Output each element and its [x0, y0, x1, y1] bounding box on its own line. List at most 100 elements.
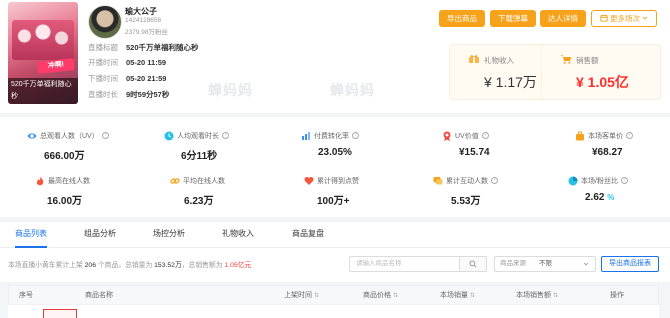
summary-amount: 1.05亿元: [224, 262, 252, 269]
help-icon[interactable]: ?: [491, 177, 498, 184]
help-icon[interactable]: ?: [481, 132, 489, 139]
anchor-name[interactable]: 瑜大公子: [125, 6, 157, 17]
tab-bundle-analysis[interactable]: 组品分析: [84, 222, 116, 248]
th-sales-amount[interactable]: 本场销售额 ⇅: [516, 286, 558, 306]
metric-label: UV价值: [455, 132, 479, 140]
metric-label: 本场客单价: [588, 132, 623, 140]
th-index: 序号: [19, 286, 33, 306]
info-value: 05-20 21:59: [126, 74, 167, 83]
download-barrage-button[interactable]: 下载弹幕: [490, 10, 536, 27]
sort-icon[interactable]: ⇅: [470, 293, 475, 299]
help-icon[interactable]: ?: [620, 177, 628, 184]
info-row-title: 直播标题 520千万单福利随心秒: [88, 42, 199, 54]
live-cover-image[interactable]: 冲啊! 520千万单福利随心秒: [8, 2, 78, 104]
metric-peak-online: 最高在线人数 16.00万: [35, 175, 145, 215]
help-icon[interactable]: ?: [352, 132, 359, 139]
metric-value: 666.00万: [44, 151, 85, 162]
search-icon: [469, 260, 477, 268]
metric-unit-price: 本场客单价? ¥68.27: [575, 130, 670, 170]
metric-label: 付费转化率: [314, 132, 349, 140]
help-icon[interactable]: ?: [626, 132, 633, 139]
tab-goods-review[interactable]: 商品复盘: [292, 222, 324, 248]
anchor-detail-button[interactable]: 达人详情: [540, 10, 586, 27]
th-label: 操作: [610, 292, 624, 299]
metric-label: 平均在线人数: [183, 177, 225, 185]
cover-photo: [12, 20, 74, 60]
sort-icon[interactable]: ⇅: [314, 293, 319, 299]
metric-value: 23.05%: [318, 147, 352, 158]
more-sessions-label: 更多场次: [610, 14, 640, 23]
th-label: 上架时间: [284, 292, 312, 299]
th-price[interactable]: 商品价格 ⇅: [363, 286, 398, 306]
watermark: 蝉妈妈: [330, 82, 375, 98]
chart-icon: [302, 131, 310, 140]
metric-label: 总观看人数（UV）: [40, 132, 99, 140]
sort-icon[interactable]: ⇅: [553, 293, 558, 299]
flame-icon: [36, 176, 44, 185]
source-filter-value: 不限: [539, 260, 552, 267]
metric-value: 6.23万: [184, 196, 214, 207]
info-label: 开播时间: [88, 58, 118, 67]
summary-text: 个商品，总销量为: [97, 262, 153, 269]
info-row-start: 开播时间 05-20 11:59: [88, 57, 166, 69]
tab-gift-income[interactable]: 礼物收入: [222, 222, 254, 248]
heart-icon: [304, 176, 314, 185]
source-filter-label: 商品来源: [500, 260, 526, 267]
goods-thumbnail[interactable]: [43, 309, 77, 318]
info-label: 直播时长: [88, 90, 118, 99]
gift-income-value: ¥ 1.17万: [484, 74, 537, 90]
metric-value: 100万+: [317, 196, 350, 207]
eye-icon: [27, 132, 37, 139]
cover-banner: 冲啊!: [37, 58, 75, 74]
th-listed-time[interactable]: 上架时间 ⇅: [284, 286, 319, 306]
metric-value: ¥15.74: [459, 147, 490, 158]
export-goods-report-button[interactable]: 导出商品报表: [601, 256, 659, 272]
metric-conversion-rate: 付费转化率? 23.05%: [301, 130, 411, 170]
tab-bar: 商品列表 组品分析 场控分析 礼物收入 商品复盘: [0, 222, 670, 248]
th-label: 本场销量: [440, 292, 468, 299]
metric-interactions: 累计互动人数? 5.53万: [433, 175, 543, 215]
goods-toolbar: 本场直播小黄车累计上架 206 个商品，总销量为 153.52万，总销售额为 1…: [0, 248, 670, 282]
anchor-avatar[interactable]: [88, 5, 122, 39]
anchor-id: 1424128656: [125, 17, 162, 24]
metric-value-wrap: 2.62 %: [585, 192, 670, 203]
sort-icon[interactable]: ⇅: [393, 293, 398, 299]
table-row[interactable]: [8, 305, 659, 318]
sales-amount-card: 销售额 ¥ 1.05亿: [541, 44, 661, 100]
box-icon: [576, 131, 584, 140]
clock-icon: [164, 131, 174, 140]
info-value: 520千万单福利随心秒: [126, 43, 199, 52]
th-label: 商品价格: [363, 292, 391, 299]
medal-icon: [443, 131, 451, 141]
th-sales-volume[interactable]: 本场销量 ⇅: [440, 286, 475, 306]
th-goods-name: 商品名称: [85, 286, 113, 306]
th-label: 商品名称: [85, 292, 113, 299]
chat-icon: [433, 176, 443, 184]
tab-goods-list[interactable]: 商品列表: [15, 222, 47, 248]
source-filter-select[interactable]: 商品来源 不限: [494, 256, 596, 272]
live-overview-card: 冲啊! 520千万单福利随心秒 瑜大公子 1424128656 2379.98万…: [0, 0, 670, 113]
metric-total-viewers: 总观看人数（UV）? 666.00万: [27, 130, 137, 170]
info-label: 下播时间: [88, 74, 118, 83]
info-row-end: 下播时间 05-20 21:59: [88, 73, 166, 85]
info-row-duration: 直播时长 9时59分57秒: [88, 89, 169, 101]
tab-control-analysis[interactable]: 场控分析: [153, 222, 185, 248]
metric-value: 16.00万: [47, 196, 83, 207]
metric-avg-online: 平均在线人数 6.23万: [170, 175, 280, 215]
cart-icon: [560, 55, 572, 64]
summary-text: 本场直播小黄车累计上架: [8, 262, 83, 269]
metric-uv-value: UV价值? ¥15.74: [442, 130, 552, 170]
help-icon[interactable]: ?: [222, 132, 229, 139]
metric-label: 累计得到点赞: [317, 177, 359, 185]
summary-count: 206: [84, 262, 96, 269]
cover-title: 520千万单福利随心秒: [8, 78, 78, 104]
sales-amount-label: 销售额: [576, 56, 599, 65]
info-label: 直播标题: [88, 43, 118, 52]
export-goods-button[interactable]: 导出商品: [439, 10, 485, 27]
chevron-down-icon: [583, 262, 589, 266]
goods-search-input[interactable]: 请输入商品名称: [349, 256, 460, 272]
help-icon[interactable]: ?: [101, 132, 109, 139]
metric-fans-ratio: 本场/粉丝比? 2.62 %: [568, 175, 670, 215]
more-sessions-button[interactable]: 更多场次: [591, 10, 657, 27]
search-button[interactable]: [459, 256, 487, 272]
